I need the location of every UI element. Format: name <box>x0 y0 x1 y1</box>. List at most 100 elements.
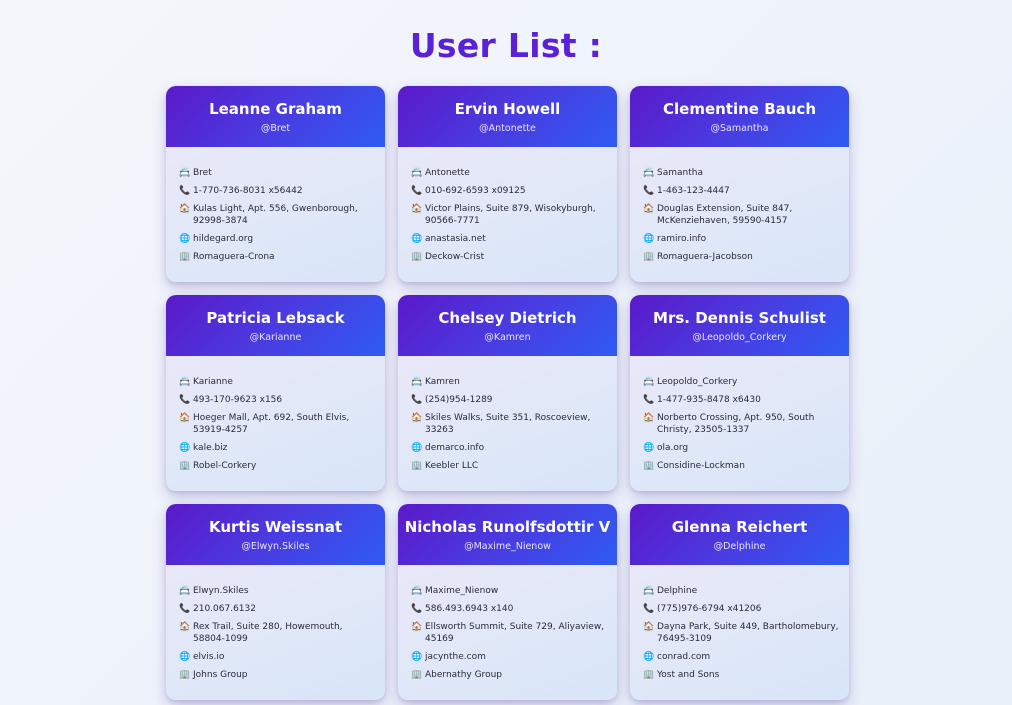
user-company: Considine-Lockman <box>657 461 745 471</box>
user-card: Chelsey Dietrich @Kamren 📇 Kamren 📞 (254)954-… <box>398 295 617 491</box>
user-username-row: 📇 Antonette <box>411 167 609 179</box>
user-card-body: 📇 Bret 📞 1-770-736-8031 x56442 🏠 Kulas Light,… <box>166 147 385 263</box>
user-card-header: Leanne Graham @Bret <box>166 86 385 147</box>
user-card: Nicholas Runolfsdottir V @Maxime_Nienow 📇 M… <box>398 504 617 700</box>
user-website-row: 🌐 hildegard.org <box>179 233 377 245</box>
user-company: Abernathy Group <box>425 670 502 680</box>
user-card-body: 📇 Leopoldo_Corkery 📞 1-477-935-8478 x6430 🏠 N… <box>630 356 849 472</box>
globe-icon: 🌐 <box>643 234 655 244</box>
user-company-row: 🏢 Yost and Sons <box>643 669 841 681</box>
user-phone: 010-692-6593 x09125 <box>425 186 526 196</box>
user-name: Clementine Bauch <box>663 100 816 118</box>
house-icon: 🏠 <box>411 204 423 214</box>
globe-icon: 🌐 <box>411 234 423 244</box>
user-website: ramiro.info <box>657 234 707 244</box>
id-card-icon: 📇 <box>411 586 423 596</box>
user-card: Clementine Bauch @Samantha 📇 Samantha 📞 1-463… <box>630 86 849 282</box>
user-username: Karianne <box>193 377 233 387</box>
office-building-icon: 🏢 <box>411 252 423 262</box>
user-username-row: 📇 Delphine <box>643 585 841 597</box>
user-card: Ervin Howell @Antonette 📇 Antonette 📞 010-692… <box>398 86 617 282</box>
globe-icon: 🌐 <box>411 443 423 453</box>
office-building-icon: 🏢 <box>179 461 191 471</box>
telephone-receiver-icon: 📞 <box>643 395 655 405</box>
user-username-row: 📇 Elwyn.Skiles <box>179 585 377 597</box>
globe-icon: 🌐 <box>179 234 191 244</box>
user-phone-row: 📞 493-170-9623 x156 <box>179 394 377 406</box>
telephone-receiver-icon: 📞 <box>411 604 423 614</box>
user-phone: 586.493.6943 x140 <box>425 604 514 614</box>
user-website-row: 🌐 conrad.com <box>643 651 841 663</box>
user-company: Yost and Sons <box>657 670 720 680</box>
globe-icon: 🌐 <box>179 443 191 453</box>
user-company-row: 🏢 Keebler LLC <box>411 460 609 472</box>
id-card-icon: 📇 <box>179 586 191 596</box>
telephone-receiver-icon: 📞 <box>411 186 423 196</box>
user-username: Leopoldo_Corkery <box>657 377 738 387</box>
user-website: conrad.com <box>657 652 711 662</box>
house-icon: 🏠 <box>179 204 191 214</box>
user-handle: @Samantha <box>710 123 769 134</box>
user-company-row: 🏢 Romaguera-Crona <box>179 251 377 263</box>
telephone-receiver-icon: 📞 <box>179 395 191 405</box>
user-card-header: Ervin Howell @Antonette <box>398 86 617 147</box>
user-card-body: 📇 Antonette 📞 010-692-6593 x09125 🏠 Victor Pl… <box>398 147 617 263</box>
user-website: jacynthe.com <box>425 652 486 662</box>
user-username-row: 📇 Karianne <box>179 376 377 388</box>
id-card-icon: 📇 <box>179 377 191 387</box>
user-card-header: Nicholas Runolfsdottir V @Maxime_Nienow <box>398 504 617 565</box>
user-username: Delphine <box>657 586 698 596</box>
user-username-row: 📇 Samantha <box>643 167 841 179</box>
user-company: Deckow-Crist <box>425 252 485 262</box>
user-card: Mrs. Dennis Schulist @Leopoldo_Corkery 📇 Le… <box>630 295 849 491</box>
user-handle: @Kamren <box>484 332 531 343</box>
user-phone-row: 📞 1-477-935-8478 x6430 <box>643 394 841 406</box>
user-address: Victor Plains, Suite 879, Wisokyburgh, 9… <box>425 204 596 226</box>
house-icon: 🏠 <box>179 622 191 632</box>
office-building-icon: 🏢 <box>643 670 655 680</box>
globe-icon: 🌐 <box>643 652 655 662</box>
user-phone: 493-170-9623 x156 <box>193 395 283 405</box>
user-card-body: 📇 Kamren 📞 (254)954-1289 🏠 Skiles Walks, Suit… <box>398 356 617 472</box>
user-website-row: 🌐 ramiro.info <box>643 233 841 245</box>
id-card-icon: 📇 <box>411 168 423 178</box>
user-company: Romaguera-Crona <box>193 252 275 262</box>
user-handle: @Antonette <box>479 123 536 134</box>
id-card-icon: 📇 <box>643 586 655 596</box>
user-phone: 210.067.6132 <box>193 604 256 614</box>
user-name: Mrs. Dennis Schulist <box>653 309 826 327</box>
globe-icon: 🌐 <box>179 652 191 662</box>
user-name: Ervin Howell <box>454 100 561 118</box>
user-address-row: 🏠 Dayna Park, Suite 449, Bartholomebury, … <box>643 621 841 645</box>
user-card-body: 📇 Elwyn.Skiles 📞 210.067.6132 🏠 Rex Trail, Su… <box>166 565 385 681</box>
user-phone-row: 📞 210.067.6132 <box>179 603 377 615</box>
user-username: Samantha <box>657 168 703 178</box>
id-card-icon: 📇 <box>643 377 655 387</box>
user-card-body: 📇 Samantha 📞 1-463-123-4447 🏠 Douglas Extensi… <box>630 147 849 263</box>
house-icon: 🏠 <box>643 204 655 214</box>
user-company-row: 🏢 Considine-Lockman <box>643 460 841 472</box>
user-username: Maxime_Nienow <box>425 586 499 596</box>
id-card-icon: 📇 <box>179 168 191 178</box>
user-card: Patricia Lebsack @Karianne 📇 Karianne 📞 493-1… <box>166 295 385 491</box>
user-name: Leanne Graham <box>209 100 342 118</box>
user-phone: 1-770-736-8031 x56442 <box>193 186 303 196</box>
user-name: Nicholas Runolfsdottir V <box>404 518 611 536</box>
office-building-icon: 🏢 <box>643 252 655 262</box>
user-handle: @Leopoldo_Corkery <box>692 332 787 343</box>
user-card-header: Kurtis Weissnat @Elwyn.Skiles <box>166 504 385 565</box>
user-card-grid: Leanne Graham @Bret 📇 Bret 📞 1-770-736-8031 x… <box>166 86 849 700</box>
user-company-row: 🏢 Johns Group <box>179 669 377 681</box>
user-website-row: 🌐 kale.biz <box>179 442 377 454</box>
office-building-icon: 🏢 <box>179 252 191 262</box>
telephone-receiver-icon: 📞 <box>643 604 655 614</box>
user-website-row: 🌐 anastasia.net <box>411 233 609 245</box>
user-address-row: 🏠 Ellsworth Summit, Suite 729, Aliyaview,… <box>411 621 609 645</box>
office-building-icon: 🏢 <box>411 461 423 471</box>
user-website: ola.org <box>657 443 689 453</box>
user-website-row: 🌐 jacynthe.com <box>411 651 609 663</box>
user-address-row: 🏠 Hoeger Mall, Apt. 692, South Elvis, 539… <box>179 412 377 436</box>
user-phone: (775)976-6794 x41206 <box>657 604 762 614</box>
telephone-receiver-icon: 📞 <box>179 186 191 196</box>
user-handle: @Karianne <box>249 332 302 343</box>
